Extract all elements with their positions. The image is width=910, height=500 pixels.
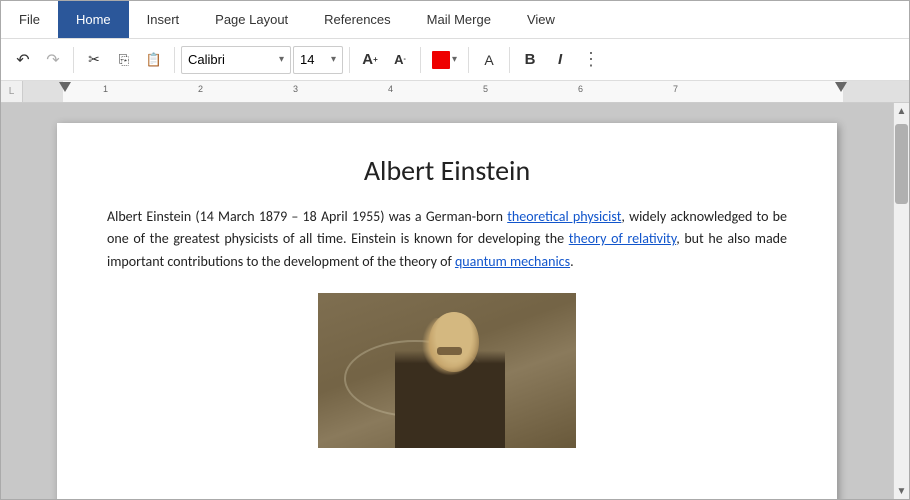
font-shrink-button[interactable]: A- [386,45,414,75]
toolbar: ↶ ↷ ✂ ⎘ 📋 Calibri ▾ 14 ▾ A+ A- ▾ A B I ⋮ [1,39,909,81]
color-dropdown-arrow: ▾ [452,54,457,65]
text-color-button[interactable]: ▾ [427,45,462,75]
link-theoretical-physicist[interactable]: theoretical physicist [507,208,621,225]
toolbar-separator-5 [468,47,469,73]
menu-view[interactable]: View [509,1,573,38]
document-page: Albert Einstein Albert Einstein (14 Marc… [57,123,837,499]
main-area: Albert Einstein Albert Einstein (14 Marc… [1,103,909,499]
document-body: Albert Einstein (14 March 1879 – 18 Apri… [107,206,787,273]
menu-page-layout[interactable]: Page Layout [197,1,306,38]
undo-button[interactable]: ↶ [9,45,37,75]
einstein-image-container [107,293,787,453]
clear-format-button[interactable]: A [475,46,503,74]
ruler: L 1 2 3 4 5 6 7 [1,81,909,103]
ruler-label-1: 1 [103,84,108,94]
document-scroll-area[interactable]: Albert Einstein Albert Einstein (14 Marc… [1,103,893,499]
italic-button[interactable]: I [546,46,574,74]
link-theory-of-relativity[interactable]: theory of relativity [569,230,676,247]
font-name-selector[interactable]: Calibri ▾ [181,46,291,74]
menu-bar: File Home Insert Page Layout References … [1,1,909,39]
vertical-scrollbar: ▲ ▼ [893,103,909,499]
toolbar-separator-6 [509,47,510,73]
ruler-label-6: 6 [578,84,583,94]
font-size-selector[interactable]: 14 ▾ [293,46,343,74]
bold-button[interactable]: B [516,46,544,74]
toolbar-separator-4 [420,47,421,73]
body-text-4: . [570,253,574,270]
font-size-arrow: ▾ [331,54,336,65]
toolbar-separator-3 [349,47,350,73]
ruler-label-5: 5 [483,84,488,94]
document-title: Albert Einstein [107,153,787,188]
paste-button[interactable]: 📋 [140,45,168,75]
font-dropdown-arrow: ▾ [279,54,284,65]
menu-mail-merge[interactable]: Mail Merge [409,1,509,38]
einstein-photo [318,293,576,448]
font-grow-button[interactable]: A+ [356,45,384,75]
menu-home[interactable]: Home [58,1,129,38]
font-name-label: Calibri [188,52,225,67]
ruler-label-2: 2 [198,84,203,94]
ruler-corner: L [1,81,23,103]
scroll-track[interactable] [894,119,909,483]
font-size-label: 14 [300,52,314,67]
copy-button[interactable]: ⎘ [110,45,138,75]
more-options-button[interactable]: ⋮ [578,49,604,70]
redo-button[interactable]: ↷ [39,45,67,75]
menu-references[interactable]: References [306,1,408,38]
menu-insert[interactable]: Insert [129,1,198,38]
ruler-inner: 1 2 3 4 5 6 7 [23,81,909,102]
left-indent-marker[interactable] [59,82,71,92]
scroll-thumb[interactable] [895,124,908,204]
menu-file[interactable]: File [1,1,58,38]
color-swatch [432,51,450,69]
body-text-1: Albert Einstein (14 March 1879 – 18 Apri… [107,208,507,225]
scroll-up-button[interactable]: ▲ [894,103,910,119]
toolbar-separator-1 [73,47,74,73]
ruler-label-3: 3 [293,84,298,94]
toolbar-separator-2 [174,47,175,73]
link-quantum-mechanics[interactable]: quantum mechanics [455,253,570,270]
ruler-label-7: 7 [673,84,678,94]
face-highlight [429,312,479,372]
scroll-down-button[interactable]: ▼ [894,483,910,499]
right-indent-marker[interactable] [835,82,847,92]
cut-button[interactable]: ✂ [80,45,108,75]
mustache [437,347,462,355]
ruler-label-4: 4 [388,84,393,94]
